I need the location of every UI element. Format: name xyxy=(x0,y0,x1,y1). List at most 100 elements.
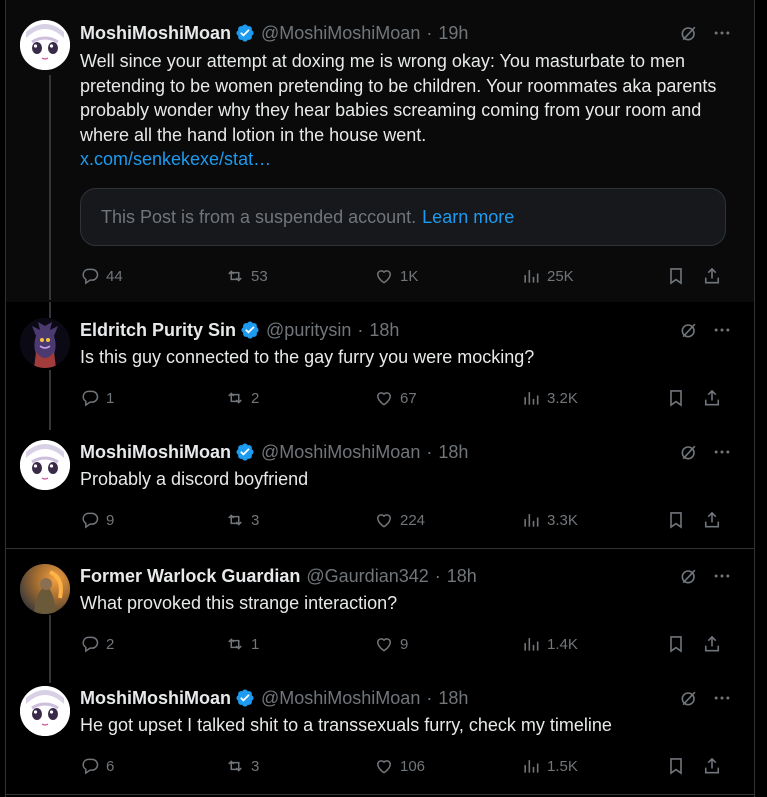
more-icon[interactable] xyxy=(710,21,734,45)
like-icon xyxy=(374,266,394,286)
learn-more-link[interactable]: Learn more xyxy=(422,207,514,228)
avatar[interactable] xyxy=(20,686,70,736)
thread-line xyxy=(49,370,51,430)
timestamp[interactable]: 18h xyxy=(447,566,477,587)
share-button[interactable] xyxy=(702,631,728,657)
views-button[interactable]: 25K xyxy=(521,263,574,289)
timestamp[interactable]: 18h xyxy=(438,442,468,463)
quote-text: This Post is from a suspended account. xyxy=(101,206,417,227)
repost-button[interactable]: 1 xyxy=(225,631,259,657)
reply-button[interactable]: 6 xyxy=(80,753,114,779)
verified-badge-icon xyxy=(235,442,255,462)
author-handle[interactable]: @MoshiMoshiMoan xyxy=(261,23,420,44)
bookmark-button[interactable] xyxy=(666,263,692,289)
like-button[interactable]: 224 xyxy=(374,507,425,533)
bookmark-button[interactable] xyxy=(666,507,692,533)
reply-icon xyxy=(80,510,100,530)
like-icon xyxy=(374,756,394,776)
reply-icon xyxy=(80,266,100,286)
like-button[interactable]: 67 xyxy=(374,385,417,411)
avatar[interactable] xyxy=(20,440,70,490)
action-bar: 2 1 9 1.4K xyxy=(80,631,735,657)
more-icon[interactable] xyxy=(710,564,734,588)
reply-count: 6 xyxy=(106,757,115,775)
author-name[interactable]: Former Warlock Guardian xyxy=(80,566,300,587)
suspended-quote-card[interactable]: This Post is from a suspended account. L… xyxy=(80,188,726,246)
reply-icon xyxy=(80,756,100,776)
more-icon[interactable] xyxy=(710,318,734,342)
avatar[interactable] xyxy=(20,20,70,70)
repost-icon xyxy=(225,388,245,408)
more-icon[interactable] xyxy=(710,686,734,710)
views-icon xyxy=(521,510,541,530)
like-count: 106 xyxy=(400,757,426,775)
grok-icon[interactable] xyxy=(677,21,701,45)
views-button[interactable]: 1.4K xyxy=(521,631,578,657)
repost-icon xyxy=(225,510,245,530)
author-name[interactable]: MoshiMoshiMoan xyxy=(80,442,231,463)
reply-icon xyxy=(80,634,100,654)
share-button[interactable] xyxy=(702,507,728,533)
views-icon xyxy=(521,266,541,286)
views-button[interactable]: 3.3K xyxy=(521,507,578,533)
reply-count: 1 xyxy=(106,389,115,407)
like-count: 1K xyxy=(400,267,419,285)
reply-icon xyxy=(80,388,100,408)
views-button[interactable]: 1.5K xyxy=(521,753,578,779)
grok-icon[interactable] xyxy=(677,686,701,710)
reply-button[interactable]: 1 xyxy=(80,385,114,411)
like-button[interactable]: 9 xyxy=(374,631,408,657)
repost-button[interactable]: 53 xyxy=(225,263,268,289)
author-handle[interactable]: @MoshiMoshiMoan xyxy=(261,442,420,463)
share-button[interactable] xyxy=(702,263,728,289)
timestamp[interactable]: 18h xyxy=(369,320,399,341)
repost-button[interactable]: 3 xyxy=(225,507,259,533)
like-count: 67 xyxy=(400,389,417,407)
avatar[interactable] xyxy=(20,564,70,614)
like-button[interactable]: 106 xyxy=(374,753,425,779)
author-handle[interactable]: @Gaurdian342 xyxy=(306,566,428,587)
author-name[interactable]: Eldritch Purity Sin xyxy=(80,320,236,341)
repost-button[interactable]: 2 xyxy=(225,385,259,411)
views-icon xyxy=(521,634,541,654)
bookmark-button[interactable] xyxy=(666,385,692,411)
author-name[interactable]: MoshiMoshiMoan xyxy=(80,688,231,709)
bookmark-button[interactable] xyxy=(666,753,692,779)
author-handle[interactable]: @puritysin xyxy=(266,320,351,341)
share-icon xyxy=(702,510,722,530)
author-name[interactable]: MoshiMoshiMoan xyxy=(80,23,231,44)
reply-button[interactable]: 44 xyxy=(80,263,123,289)
reply-button[interactable]: 2 xyxy=(80,631,114,657)
views-icon xyxy=(521,756,541,776)
post-link[interactable]: x.com/senkekexe/stat… xyxy=(80,149,271,169)
avatar[interactable] xyxy=(20,318,70,368)
repost-icon xyxy=(225,756,245,776)
bookmark-icon xyxy=(666,388,686,408)
bookmark-icon xyxy=(666,266,686,286)
share-icon xyxy=(702,266,722,286)
bookmark-button[interactable] xyxy=(666,631,692,657)
post-body: Well since your attempt at doxing me is … xyxy=(80,51,717,145)
view-count: 1.5K xyxy=(547,757,578,775)
grok-icon[interactable] xyxy=(677,318,701,342)
separator-dot: · xyxy=(434,565,441,586)
timestamp[interactable]: 19h xyxy=(438,23,468,44)
reply-button[interactable]: 9 xyxy=(80,507,114,533)
grok-icon[interactable] xyxy=(677,440,701,464)
like-button[interactable]: 1K xyxy=(374,263,418,289)
view-count: 1.4K xyxy=(547,635,578,653)
verified-badge-icon xyxy=(235,688,255,708)
author-handle[interactable]: @MoshiMoshiMoan xyxy=(261,688,420,709)
share-button[interactable] xyxy=(702,385,728,411)
timestamp[interactable]: 18h xyxy=(438,688,468,709)
grok-icon[interactable] xyxy=(677,564,701,588)
repost-button[interactable]: 3 xyxy=(225,753,259,779)
more-icon[interactable] xyxy=(710,440,734,464)
share-icon xyxy=(702,634,722,654)
repost-count: 3 xyxy=(251,511,260,529)
separator-dot: · xyxy=(426,441,433,462)
views-button[interactable]: 3.2K xyxy=(521,385,578,411)
action-bar: 1 2 67 3.2K xyxy=(80,385,735,411)
repost-count: 2 xyxy=(251,389,260,407)
share-button[interactable] xyxy=(702,753,728,779)
